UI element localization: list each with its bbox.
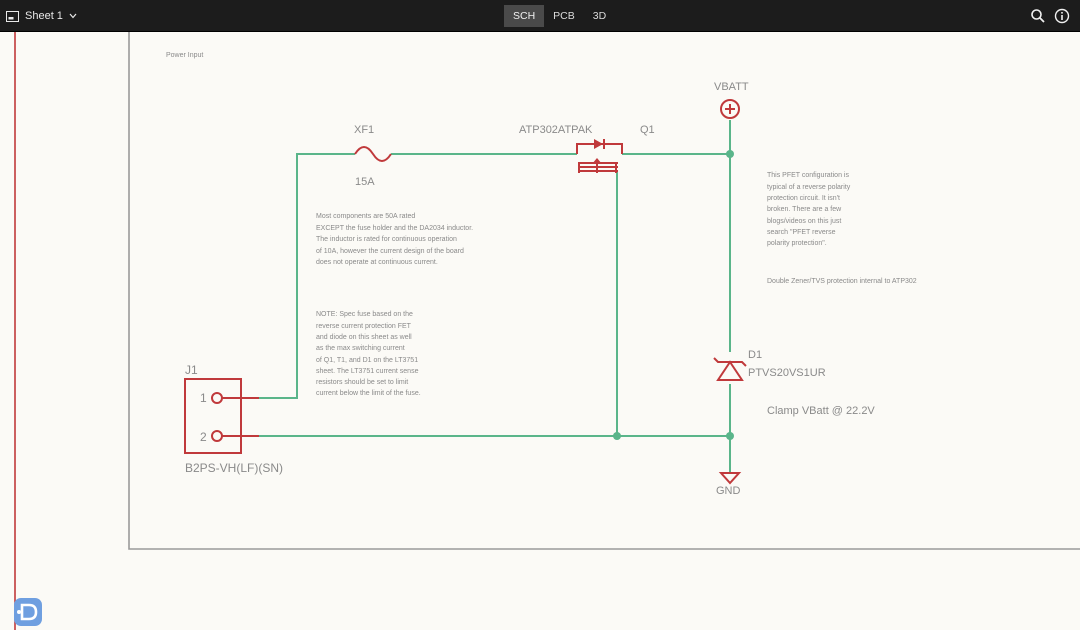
wires	[259, 120, 731, 472]
tab-3d[interactable]: 3D	[584, 5, 615, 27]
fuse-xf1[interactable]: XF1 15A	[354, 124, 392, 188]
sheet-selector[interactable]: Sheet 1	[6, 6, 77, 26]
mosfet-ref: Q1	[640, 124, 655, 136]
diode-symbol	[716, 360, 744, 381]
sheet-icon	[6, 10, 19, 22]
note-rating: Most components are 50A rated EXCEPT the…	[316, 213, 473, 266]
note-fuse-spec: NOTE: Spec fuse based on the reverse cur…	[316, 311, 421, 397]
note-line: polarity protection".	[767, 240, 827, 247]
pin-circle	[211, 430, 223, 442]
info-icon[interactable]	[1054, 8, 1070, 24]
mosfet-arrow	[592, 158, 602, 164]
note-line: blogs/videos on this just	[767, 218, 841, 225]
diode-zener-bar	[713, 357, 747, 367]
vbatt-symbol[interactable]: VBATT	[714, 81, 749, 119]
mosfet-q1[interactable]: ATP302ATPAK Q1	[519, 124, 655, 173]
note-line: does not operate at continuous current.	[316, 259, 438, 266]
sheet-label: Sheet 1	[25, 10, 63, 22]
note-zener: Double Zener/TVS protection internal to …	[767, 278, 917, 285]
note-line: as the max switching current	[316, 345, 405, 352]
schematic-canvas[interactable]: Power Input XF1 15A ATP302ATPAK Q1 VBATT…	[0, 32, 1080, 630]
note-line: broken. There are a few	[767, 206, 842, 213]
connector-j1[interactable]: J1 1 2 B2PS-VH(LF)(SN)	[184, 363, 283, 475]
junction-dot	[726, 432, 734, 440]
chevron-down-icon	[69, 13, 77, 19]
diode-ref: D1	[748, 349, 762, 361]
vbatt-label: VBATT	[714, 81, 749, 93]
connector-ref: J1	[185, 363, 198, 377]
search-icon[interactable]	[1030, 8, 1046, 24]
tab-sch[interactable]: SCH	[504, 5, 545, 27]
junction-dot	[726, 150, 734, 158]
connector-body	[184, 378, 242, 454]
ground-icon	[718, 472, 742, 485]
note-line: Most components are 50A rated	[316, 213, 415, 220]
note-line: sheet. The LT3751 current sense	[316, 368, 419, 375]
note-line: protection circuit. It isn't	[767, 195, 840, 202]
tab-pcb[interactable]: PCB	[544, 5, 584, 27]
note-line: typical of a reverse polarity	[767, 184, 851, 191]
connector-part: B2PS-VH(LF)(SN)	[185, 461, 283, 475]
mosfet-symbol	[576, 143, 623, 173]
connector-pin1: 1	[200, 391, 207, 405]
note-line: The inductor is rated for continuous ope…	[316, 236, 457, 243]
note-line: of Q1, T1, and D1 on the LT3751	[316, 357, 418, 364]
note-line: and diode on this sheet as well	[316, 334, 412, 341]
note-line: resistors should be set to limit	[316, 379, 408, 386]
gnd-symbol[interactable]: GND	[716, 472, 742, 497]
note-line: of 10A, however the current design of th…	[316, 248, 464, 255]
connector-pin2: 2	[200, 430, 207, 444]
junction-dot	[613, 432, 621, 440]
toolbar: Sheet 1 SCH PCB 3D	[0, 0, 1080, 32]
note-line: EXCEPT the fuse holder and the DA2034 in…	[316, 225, 473, 232]
note-line: search "PFET reverse	[767, 229, 836, 236]
note-line: NOTE: Spec fuse based on the	[316, 311, 413, 318]
fuse-value: 15A	[355, 176, 375, 188]
junctions	[613, 150, 734, 440]
pin-circle	[211, 392, 223, 404]
fuse-symbol	[354, 146, 392, 162]
note-line: current below the limit of the fuse.	[316, 390, 421, 397]
diode-d1[interactable]: D1 PTVS20VS1UR Clamp VBatt @ 22.2V	[713, 349, 875, 417]
note-line: reverse current protection FET	[316, 323, 412, 330]
app-logo-icon[interactable]	[14, 598, 42, 626]
view-tabs: SCH PCB 3D	[504, 5, 615, 27]
diode-part: PTVS20VS1UR	[748, 367, 826, 379]
note-line: This PFET configuration is	[767, 172, 849, 179]
fuse-ref: XF1	[354, 124, 374, 136]
section-title: Power Input	[166, 52, 203, 59]
gnd-label: GND	[716, 485, 741, 497]
mosfet-body-diode	[594, 139, 603, 149]
note-pfet: This PFET configuration is typical of a …	[767, 172, 851, 247]
mosfet-part: ATP302ATPAK	[519, 124, 593, 136]
diode-clamp-note: Clamp VBatt @ 22.2V	[767, 405, 875, 417]
